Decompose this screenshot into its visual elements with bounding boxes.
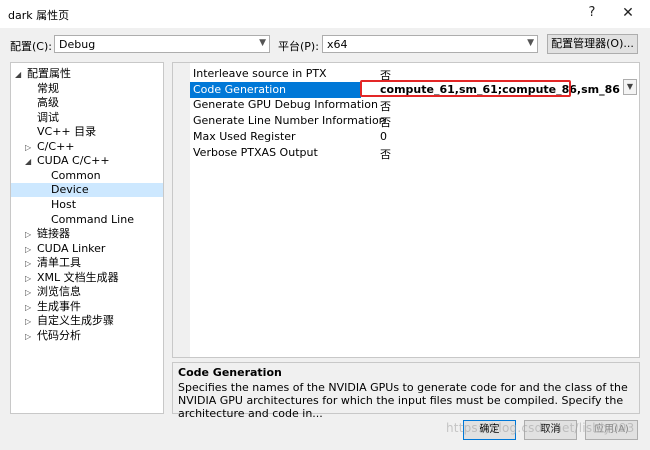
tree-item[interactable]: ▷ 代码分析 <box>11 329 163 343</box>
property-value: 0 <box>380 129 387 143</box>
tree-item[interactable]: ▷ 链接器 <box>11 227 163 241</box>
property-name: Interleave source in PTX <box>193 67 327 80</box>
tree-item[interactable]: ▷ XML 文档生成器 <box>11 271 163 285</box>
tree-item-label: CUDA C/C++ <box>37 154 110 168</box>
tree-item-label: Device <box>51 183 89 197</box>
tree-item-label: XML 文档生成器 <box>37 270 119 284</box>
collapsed-arrow-icon[interactable]: ▷ <box>25 243 37 257</box>
collapsed-arrow-icon[interactable]: ▷ <box>25 315 37 329</box>
tree-item[interactable]: ▷ 生成事件 <box>11 300 163 314</box>
property-row[interactable]: Generate Line Number Information 否 <box>190 113 639 129</box>
watermark: https://blog.csdn.net/lishiy093 <box>446 421 635 435</box>
tree-item-label: 清单工具 <box>37 256 81 270</box>
property-name: Verbose PTXAS Output <box>193 145 318 159</box>
property-name: Generate Line Number Information <box>193 114 386 128</box>
tree-item-label: 配置属性 <box>27 67 71 80</box>
tree-item[interactable]: Common <box>11 169 163 183</box>
tree-item-label: 高级 <box>37 96 59 110</box>
collapsed-arrow-icon[interactable]: ▷ <box>25 257 37 271</box>
property-tree[interactable]: ◢ 配置属性 常规 高级 调试 VC++ 目录 ▷ C/C++ ◢ CUDA C/C++ Commo… <box>10 62 164 414</box>
tree-item[interactable]: ▷ CUDA Linker <box>11 242 163 256</box>
tree-item-label: Common <box>51 168 101 182</box>
tree-item-label: 调试 <box>37 110 59 124</box>
collapsed-arrow-icon[interactable]: ▷ <box>25 286 37 300</box>
collapsed-arrow-icon[interactable]: ▷ <box>25 141 37 155</box>
property-value: 否 <box>380 100 391 114</box>
chevron-down-icon: ▼ <box>259 38 266 48</box>
tree-item[interactable]: ▷ 浏览信息 <box>11 285 163 299</box>
platform-value: x64 <box>327 38 348 51</box>
property-row[interactable]: Verbose PTXAS Output 否 <box>190 145 639 161</box>
description-panel: Code Generation Specifies the names of t… <box>172 362 640 420</box>
window-title: dark 属性页 <box>8 9 70 22</box>
grid-gutter <box>173 63 190 357</box>
collapsed-arrow-icon[interactable]: ▷ <box>25 272 37 286</box>
tree-item[interactable]: ▷ C/C++ <box>11 140 163 154</box>
tree-item[interactable]: ▷ 清单工具 <box>11 256 163 270</box>
config-label: 配置(C): <box>10 40 52 53</box>
tree-item-label: Command Line <box>51 212 134 226</box>
tree-item-label: 代码分析 <box>37 328 81 342</box>
tree-item[interactable]: Host <box>11 198 163 212</box>
description-text: Specifies the names of the NVIDIA GPUs t… <box>178 381 628 420</box>
tree-item-label: 自定义生成步骤 <box>37 314 114 328</box>
tree-item-label: Host <box>51 197 77 211</box>
tree-item-label: 浏览信息 <box>37 285 81 299</box>
config-dropdown[interactable]: Debug ▼ <box>54 35 270 53</box>
property-value: 否 <box>380 147 391 161</box>
property-row[interactable]: Generate GPU Debug Information 否 <box>190 97 639 113</box>
collapsed-arrow-icon[interactable]: ▷ <box>25 228 37 242</box>
property-grid[interactable]: Interleave source in PTX 否 Code Generation… <box>172 62 640 358</box>
description-title: Code Generation <box>178 366 282 379</box>
platform-label: 平台(P): <box>278 40 319 53</box>
close-button[interactable]: ✕ <box>614 2 642 24</box>
property-name: Code Generation <box>193 82 287 96</box>
property-row[interactable]: Max Used Register 0 <box>190 129 639 145</box>
property-name: Max Used Register <box>193 129 296 143</box>
tree-item-label: C/C++ <box>37 139 75 153</box>
property-value: 否 <box>380 116 391 130</box>
tree-item-label: 链接器 <box>37 227 70 241</box>
config-manager-button[interactable]: 配置管理器(O)... <box>547 34 638 54</box>
title-bar: dark 属性页 ? ✕ <box>0 0 650 28</box>
chevron-down-icon: ▼ <box>527 38 534 48</box>
tree-item[interactable]: 调试 <box>11 111 163 125</box>
expanded-arrow-icon[interactable]: ◢ <box>25 155 37 169</box>
platform-dropdown[interactable]: x64 ▼ <box>322 35 538 53</box>
tree-item[interactable]: Command Line <box>11 213 163 227</box>
tree-item[interactable]: 常规 <box>11 82 163 96</box>
collapsed-arrow-icon[interactable]: ▷ <box>25 330 37 344</box>
tree-item[interactable]: 高级 <box>11 96 163 110</box>
tree-item[interactable]: Device <box>11 183 163 198</box>
code-generation-dropdown-arrow[interactable]: ▼ <box>623 79 637 95</box>
config-value: Debug <box>59 38 96 51</box>
tree-item[interactable]: ◢ 配置属性 <box>11 67 163 81</box>
help-button[interactable]: ? <box>578 2 606 24</box>
tree-item-label: 常规 <box>37 81 59 95</box>
tree-item-label: 生成事件 <box>37 299 81 313</box>
expanded-arrow-icon[interactable]: ◢ <box>15 68 27 82</box>
tree-item[interactable]: ▷ 自定义生成步骤 <box>11 314 163 328</box>
tree-item-label: CUDA Linker <box>37 241 106 255</box>
annotation-highlight-box <box>360 80 571 97</box>
tree-item[interactable]: ◢ CUDA C/C++ <box>11 154 163 168</box>
tree-item-label: VC++ 目录 <box>37 125 97 139</box>
collapsed-arrow-icon[interactable]: ▷ <box>25 301 37 315</box>
property-name: Generate GPU Debug Information <box>193 98 378 112</box>
tree-item[interactable]: VC++ 目录 <box>11 125 163 139</box>
